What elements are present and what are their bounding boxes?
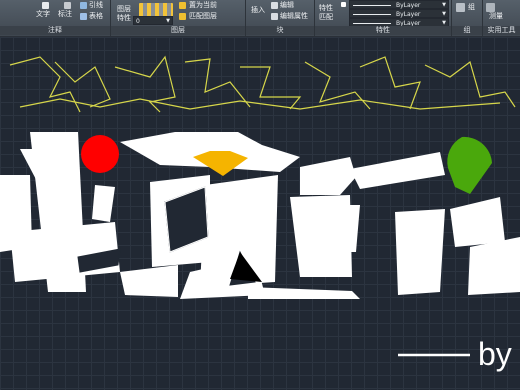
linetype-dropdown[interactable]: ByLayer ▼: [349, 9, 449, 18]
line-sample: [353, 23, 391, 24]
layer-properties-button[interactable]: 图层 特性: [117, 5, 131, 23]
line-sample: [353, 14, 391, 15]
group-button[interactable]: 组: [468, 3, 475, 12]
measure-button[interactable]: 测量: [489, 12, 503, 21]
letter-stroke: [300, 157, 356, 195]
insert-button[interactable]: 插入: [251, 6, 265, 15]
edit-attributes-icon: [271, 13, 278, 20]
letter-stroke: [92, 185, 115, 222]
groups-title[interactable]: 组: [452, 26, 482, 35]
groups-panel: 组 组: [452, 0, 483, 36]
properties-title[interactable]: 特性: [315, 26, 451, 35]
letter-stroke: [468, 237, 520, 295]
annotation-panel: 文字 标注 引线 表格 注释: [0, 0, 111, 36]
edit-icon: [271, 2, 278, 9]
drawing-svg: by: [0, 55, 520, 372]
signature-text: by: [478, 336, 512, 372]
measure-icon: [486, 3, 495, 12]
properties-panel: 特性 匹配 ByLayer ▼ ByLayer ▼ ByLayer ▼ 特性: [315, 0, 452, 36]
layer-dropdown-value: 0: [136, 18, 140, 25]
set-current-icon: [179, 2, 186, 9]
layers-title[interactable]: 图层: [111, 26, 245, 35]
letter-stroke: [350, 152, 445, 189]
leader-icon: [80, 2, 87, 9]
white-lettering: [0, 132, 520, 299]
block-title[interactable]: 块: [246, 26, 314, 35]
text-icon: [42, 2, 49, 9]
group-icon: [456, 3, 465, 12]
letter-stroke: [450, 197, 505, 247]
letter-stroke: [395, 209, 445, 295]
letter-stroke: [120, 265, 178, 297]
ribbon: 文字 标注 引线 表格 注释 图层 特性 置为当前 匹配图层 0 ▼ 图层 插入 …: [0, 0, 520, 37]
drawing-canvas[interactable]: by: [0, 37, 520, 390]
table-button[interactable]: 表格: [89, 12, 103, 21]
dimension-icon: [64, 2, 71, 9]
text-button[interactable]: 文字: [36, 10, 50, 19]
utilities-panel: 测量 实用工具: [483, 0, 520, 36]
match-layer-button[interactable]: 匹配图层: [189, 12, 217, 21]
dimension-button[interactable]: 标注: [58, 10, 72, 19]
line-sample: [353, 5, 391, 6]
yellow-outline-lettering: [9, 55, 516, 113]
green-shape: [447, 136, 492, 194]
layer-dropdown[interactable]: 0 ▼: [133, 16, 173, 25]
table-icon: [80, 13, 87, 20]
chevron-down-icon: ▼: [166, 18, 170, 24]
color-swatch-icon: [341, 2, 346, 7]
leader-button[interactable]: 引线: [89, 1, 103, 10]
edit-button[interactable]: 编辑: [280, 1, 294, 10]
letter-stroke: [335, 205, 360, 252]
set-current-button[interactable]: 置为当前: [189, 1, 217, 10]
match-properties-button[interactable]: 特性 匹配: [319, 4, 333, 22]
utilities-title[interactable]: 实用工具: [483, 26, 520, 35]
block-panel: 插入 编辑 编辑属性 块: [246, 0, 315, 36]
match-layer-icon: [179, 13, 186, 20]
red-circle: [81, 135, 119, 173]
edit-attributes-button[interactable]: 编辑属性: [280, 12, 308, 21]
annotation-title[interactable]: 注释: [0, 26, 110, 35]
letter-stroke: [248, 287, 360, 299]
layers-panel: 图层 特性 置为当前 匹配图层 0 ▼ 图层: [111, 0, 246, 36]
color-dropdown[interactable]: ByLayer ▼: [349, 0, 449, 9]
